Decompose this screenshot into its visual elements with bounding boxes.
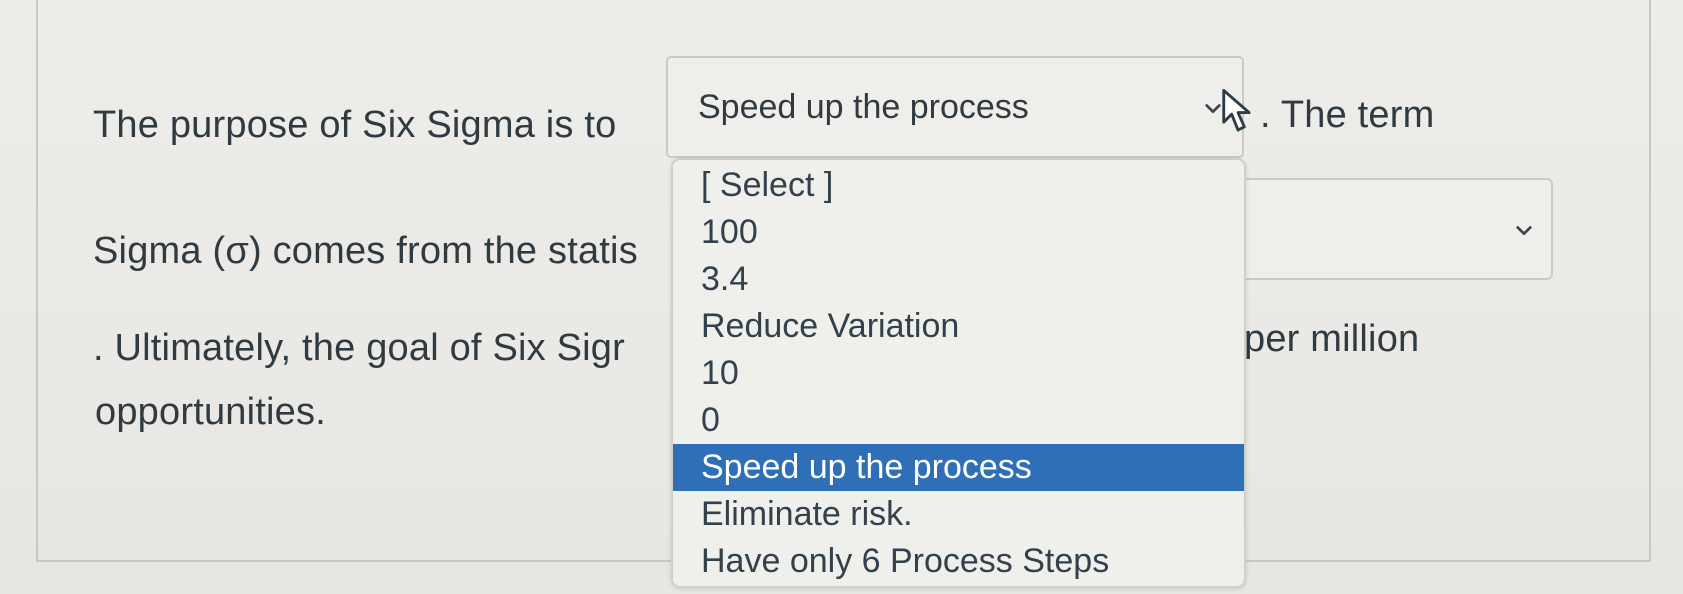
option-100[interactable]: 100 — [673, 209, 1244, 256]
question-text-line2-prefix: Sigma (σ) comes from the statis — [93, 230, 638, 272]
option-0[interactable]: 0 — [673, 397, 1244, 444]
option-have-only-6-process-steps[interactable]: Have only 6 Process Steps — [673, 538, 1244, 585]
question-text-line3-suffix: per million — [1244, 318, 1420, 360]
answer-select-1-options-list[interactable]: [ Select ] 100 3.4 Reduce Variation 10 0… — [671, 158, 1246, 588]
question-text-line4: opportunities. — [95, 391, 326, 433]
answer-select-2[interactable] — [1240, 178, 1553, 280]
option-reduce-variation[interactable]: Reduce Variation — [673, 303, 1244, 350]
question-text-line3-prefix: . Ultimately, the goal of Six Sigr — [93, 327, 625, 369]
mouse-pointer-icon — [1222, 88, 1251, 132]
option-select[interactable]: [ Select ] — [673, 162, 1244, 209]
question-text-line1-prefix: The purpose of Six Sigma is to — [93, 104, 617, 146]
option-eliminate-risk[interactable]: Eliminate risk. — [673, 491, 1244, 538]
option-10[interactable]: 10 — [673, 350, 1244, 397]
option-speed-up-the-process[interactable]: Speed up the process — [673, 444, 1244, 491]
quiz-question-page: The purpose of Six Sigma is to Speed up … — [0, 0, 1683, 594]
answer-select-1-value: Speed up the process — [698, 88, 1029, 126]
chevron-down-icon[interactable] — [1515, 222, 1533, 240]
answer-select-1[interactable]: Speed up the process — [666, 56, 1244, 158]
question-text-line1-suffix: . The term — [1260, 94, 1435, 136]
option-3-4[interactable]: 3.4 — [673, 256, 1244, 303]
